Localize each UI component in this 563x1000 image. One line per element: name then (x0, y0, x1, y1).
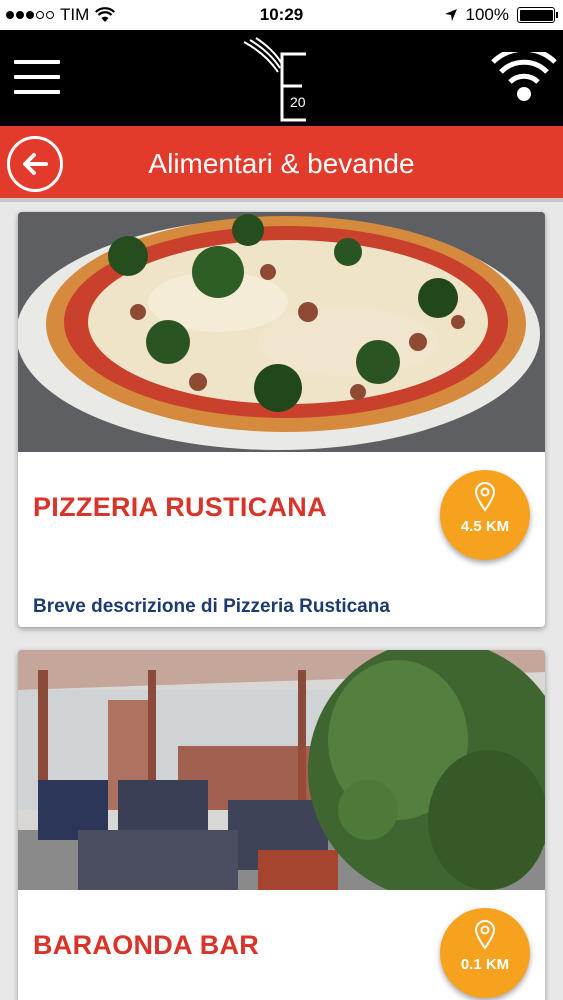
wifi-icon[interactable] (491, 52, 557, 102)
status-bar: TIM 10:29 100% (0, 0, 563, 30)
pizza-photo (18, 212, 545, 452)
app-logo (243, 37, 306, 122)
battery-percent: 100% (465, 5, 509, 24)
distance-badge: 4.5 KM (440, 470, 530, 560)
location-arrow-icon (444, 9, 457, 21)
listing-card[interactable]: BARAONDA BAR 0.1 KM (18, 650, 545, 1000)
page-title: Alimentari & bevande (148, 148, 415, 179)
listing-name: BARAONDA BAR (33, 930, 260, 960)
map-pin-icon (474, 920, 496, 950)
battery-icon (517, 7, 558, 23)
app-header: 20 (0, 30, 563, 126)
listing-name: PIZZERIA RUSTICANA (33, 492, 327, 522)
logo-number: 20 (290, 94, 306, 110)
listing-card[interactable]: PIZZERIA RUSTICANA 4.5 KM Breve descrizi… (18, 212, 545, 627)
category-title-bar: Alimentari & bevande (0, 126, 563, 202)
distance-label: 0.1 KM (460, 956, 510, 973)
hamburger-menu-icon[interactable] (14, 60, 60, 96)
listing-list[interactable]: PIZZERIA RUSTICANA 4.5 KM Breve descrizi… (0, 202, 563, 1000)
distance-label: 4.5 KM (460, 518, 510, 535)
bar-terrace-photo (18, 650, 545, 890)
distance-badge: 0.1 KM (440, 908, 530, 998)
status-right: 100% (444, 5, 558, 25)
map-pin-icon (474, 482, 496, 512)
listing-description: Breve descrizione di Pizzeria Rusticana (33, 596, 390, 617)
